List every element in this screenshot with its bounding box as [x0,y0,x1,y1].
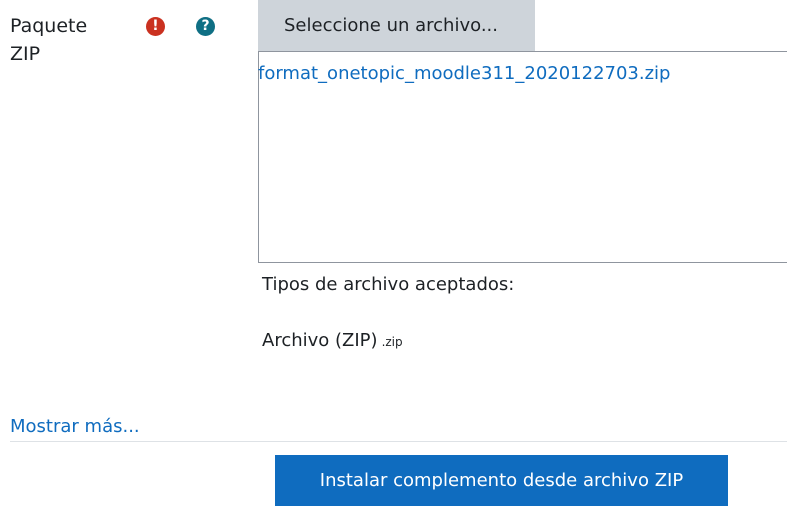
help-icon[interactable]: ? [196,17,215,36]
selected-file-link[interactable]: format_onetopic_moodle311_2020122703.zip [258,62,670,86]
accepted-types-heading: Tipos de archivo aceptados: [262,274,515,295]
accepted-type-item: Archivo (ZIP) .zip [262,328,403,355]
required-icon: ! [146,17,165,36]
zip-package-label: Paquete ZIP [10,15,88,65]
show-more-link[interactable]: Mostrar más... [10,414,140,440]
install-zip-button[interactable]: Instalar complemento desde archivo ZIP [275,455,728,506]
install-plugin-form: Paquete ZIP ! ? Seleccione un archivo...… [0,0,787,506]
accepted-type-extension: .zip [381,335,403,349]
accepted-type-name: Archivo (ZIP) [262,330,378,351]
choose-file-button[interactable]: Seleccione un archivo... [258,0,535,51]
divider [10,441,787,442]
